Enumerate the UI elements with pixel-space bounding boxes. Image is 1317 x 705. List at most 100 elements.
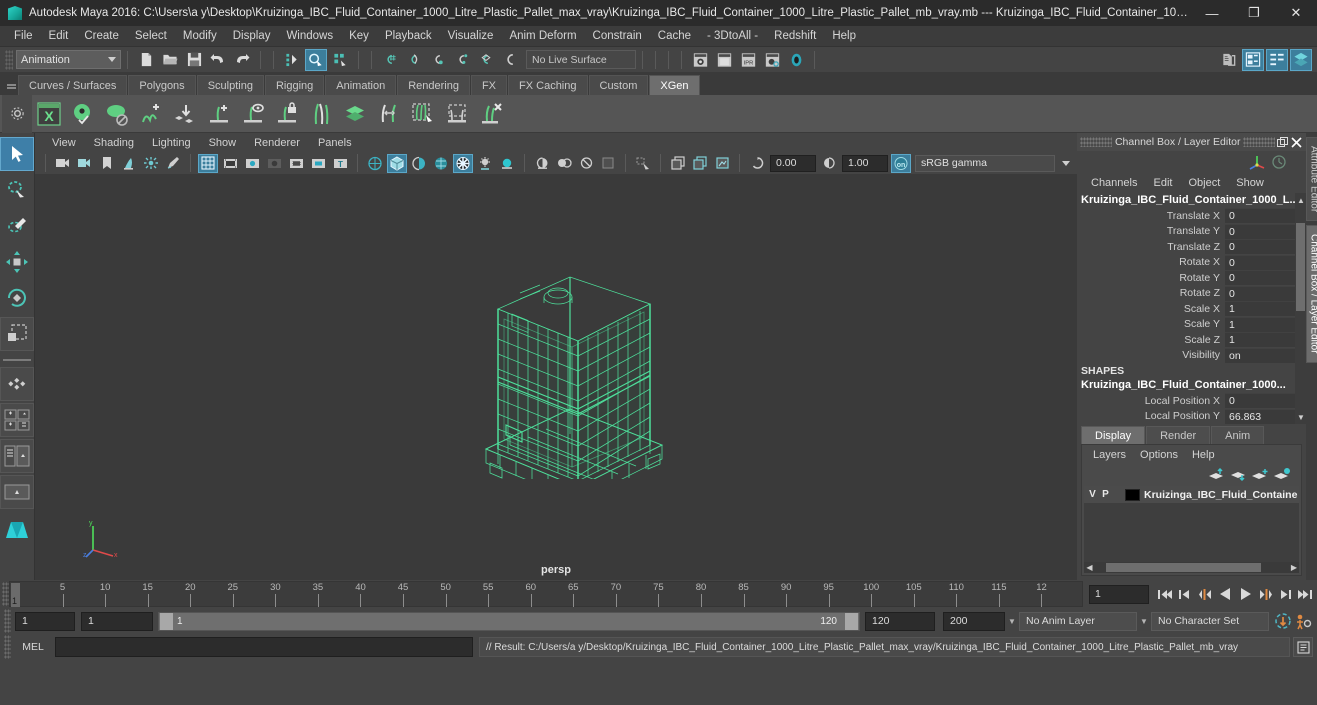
channel-value[interactable]: 0 <box>1225 239 1307 255</box>
xgen-guide-move-icon[interactable] <box>373 98 405 130</box>
undo-icon[interactable] <box>207 49 229 71</box>
layer-list-hscrollbar[interactable]: ◀ ▶ <box>1084 562 1300 573</box>
channel-row[interactable]: Rotate Y 0 <box>1077 270 1307 286</box>
xgen-bake-icon[interactable] <box>441 98 473 130</box>
camera-icon[interactable] <box>53 154 73 173</box>
playback-start-field[interactable]: 1 <box>81 611 153 631</box>
character-set-selector[interactable]: No Character Set <box>1151 611 1269 631</box>
menu-redshift[interactable]: Redshift <box>766 28 824 44</box>
script-language-label[interactable]: MEL <box>11 641 55 653</box>
viewport-menu-lighting[interactable]: Lighting <box>143 136 200 150</box>
time-slider-track[interactable]: 1 5 10 15 20 25 30 35 40 45 50 55 60 65 70 75 80 85 90 95 1… <box>9 581 1083 607</box>
select-by-object-icon[interactable] <box>305 48 327 71</box>
xgen-import-collection-icon[interactable] <box>169 98 201 130</box>
layer-menu-options[interactable]: Options <box>1133 448 1185 462</box>
character-set-chevron-icon[interactable]: ▼ <box>1137 617 1151 626</box>
exposure-icon[interactable] <box>747 154 767 173</box>
channel-row[interactable]: Translate Z 0 <box>1077 239 1307 255</box>
shelf-tab-fx[interactable]: FX <box>470 75 508 95</box>
layer-playback-toggle[interactable]: P <box>1099 489 1112 500</box>
select-tool[interactable] <box>0 137 34 171</box>
channel-value[interactable]: 0 <box>1225 254 1307 270</box>
channel-menu-object[interactable]: Object <box>1180 176 1228 190</box>
hypershade-layout-icon[interactable] <box>0 511 34 545</box>
undock-panel-icon[interactable] <box>1275 135 1289 149</box>
viewport-menu-renderer[interactable]: Renderer <box>245 136 309 150</box>
field-chart-icon[interactable] <box>286 154 306 173</box>
shelf-tab-xgen[interactable]: XGen <box>649 75 700 95</box>
redo-icon[interactable] <box>231 49 253 71</box>
xgen-groom-lock-icon[interactable] <box>271 98 303 130</box>
snap-to-point-icon[interactable] <box>427 49 449 71</box>
anim-layer-chevron-icon[interactable]: ▼ <box>1005 617 1019 626</box>
xray-joints-icon[interactable] <box>576 154 596 173</box>
screen-space-ao-icon[interactable] <box>497 154 517 173</box>
menu-display[interactable]: Display <box>225 28 279 44</box>
panel-grip[interactable] <box>1080 137 1112 147</box>
layer-tab-display[interactable]: Display <box>1081 426 1146 444</box>
step-back-keyframe-icon[interactable] <box>1175 583 1195 605</box>
render-settings-icon[interactable] <box>761 49 783 71</box>
color-management-selector[interactable]: sRGB gamma <box>915 154 1055 172</box>
layer-visibility-toggle[interactable]: V <box>1086 489 1099 500</box>
layer-menu-layers[interactable]: Layers <box>1086 448 1133 462</box>
shaded-wireframe-icon[interactable] <box>409 154 429 173</box>
xgen-disable-preview-icon[interactable] <box>101 98 133 130</box>
chevron-down-icon[interactable] <box>1056 154 1076 173</box>
step-forward-keyframe-icon[interactable] <box>1275 583 1295 605</box>
shelf-tab-curves-surfaces[interactable]: Curves / Surfaces <box>18 75 128 95</box>
rotate-tool[interactable] <box>0 281 34 315</box>
image-plane-icon[interactable] <box>119 154 139 173</box>
menu-playback[interactable]: Playback <box>377 28 440 44</box>
color-management-icon[interactable]: on <box>891 153 911 173</box>
menu-cache[interactable]: Cache <box>650 28 699 44</box>
viewport-copy-icon[interactable] <box>690 154 710 173</box>
scroll-right-icon[interactable]: ▶ <box>1288 563 1299 572</box>
shelf-tab-animation[interactable]: Animation <box>325 75 397 95</box>
grease-pencil-icon[interactable] <box>163 154 183 173</box>
channel-menu-show[interactable]: Show <box>1228 176 1272 190</box>
anim-start-field[interactable]: 1 <box>15 611 75 631</box>
save-scene-icon[interactable] <box>183 49 205 71</box>
viewport-menu-panels[interactable]: Panels <box>309 136 361 150</box>
menu-select[interactable]: Select <box>127 28 175 44</box>
menu-anim-deform[interactable]: Anim Deform <box>501 28 584 44</box>
scroll-down-icon[interactable]: ▼ <box>1296 412 1305 422</box>
bookmark-icon[interactable] <box>97 154 117 173</box>
channel-row[interactable]: Local Position Y 66.863 <box>1077 408 1307 425</box>
snap-to-curve-icon[interactable] <box>403 49 425 71</box>
manipulator-icon[interactable] <box>1246 152 1268 172</box>
exposure-field[interactable]: 0.00 <box>770 154 816 172</box>
scrollbar-thumb[interactable] <box>1106 563 1261 572</box>
scale-tool[interactable] <box>0 317 34 351</box>
close-panel-icon[interactable] <box>1289 135 1303 149</box>
grid-icon[interactable] <box>198 153 218 173</box>
viewport-snapshot-icon[interactable] <box>668 154 688 173</box>
textured-icon[interactable] <box>431 154 451 173</box>
viewport-menu-view[interactable]: View <box>43 136 85 150</box>
shadows-icon[interactable] <box>475 154 495 173</box>
channel-value[interactable]: on <box>1225 347 1307 363</box>
xgen-create-groom-icon[interactable] <box>203 98 235 130</box>
layer-tab-anim[interactable]: Anim <box>1211 426 1265 444</box>
new-layer-icon[interactable] <box>1249 465 1271 483</box>
channel-row[interactable]: Scale Z 1 <box>1077 332 1307 348</box>
shelf-tab-fx-caching[interactable]: FX Caching <box>508 75 588 95</box>
scroll-up-icon[interactable]: ▲ <box>1296 195 1305 205</box>
four-view-layout-icon[interactable] <box>0 403 34 437</box>
menu-set-selector[interactable]: Animation <box>16 50 121 69</box>
shelf-tab-rendering[interactable]: Rendering <box>397 75 470 95</box>
minimize-button[interactable]: — <box>1191 0 1233 26</box>
channel-menu-edit[interactable]: Edit <box>1145 176 1180 190</box>
paint-select-tool[interactable] <box>0 209 34 243</box>
show-tool-settings-icon[interactable] <box>1242 48 1264 71</box>
go-to-start-icon[interactable] <box>1155 583 1175 605</box>
channel-value[interactable]: 1 <box>1225 301 1307 317</box>
anim-layer-selector[interactable]: No Anim Layer <box>1019 611 1137 631</box>
film-gate-icon[interactable] <box>220 154 240 173</box>
channel-row[interactable]: Rotate X 0 <box>1077 254 1307 271</box>
channel-value[interactable]: 0 <box>1225 393 1307 409</box>
panel-grip[interactable] <box>1243 137 1276 147</box>
menu-create[interactable]: Create <box>76 28 127 44</box>
channel-row[interactable]: Local Position X 0 <box>1077 393 1307 409</box>
